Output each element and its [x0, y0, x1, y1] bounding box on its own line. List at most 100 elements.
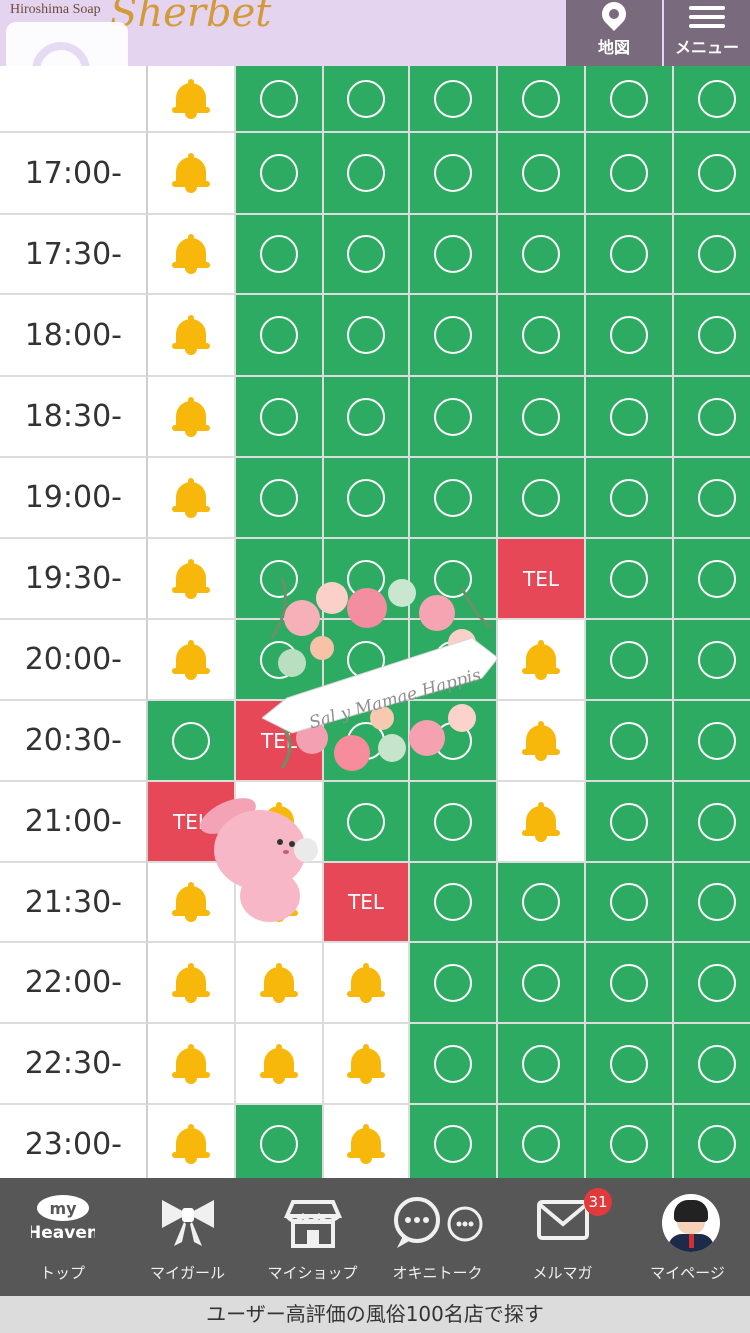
available-slot[interactable]	[674, 215, 750, 295]
time-slot-label: 20:00-	[0, 620, 148, 701]
notify-slot[interactable]	[148, 458, 236, 539]
available-slot[interactable]	[410, 215, 498, 295]
available-slot[interactable]	[410, 295, 498, 377]
available-slot[interactable]	[674, 701, 750, 782]
shop-logo-icon[interactable]	[6, 22, 128, 100]
available-slot[interactable]	[586, 620, 674, 701]
available-slot[interactable]	[674, 539, 750, 620]
notify-slot[interactable]	[148, 66, 236, 133]
notify-slot[interactable]	[148, 377, 236, 458]
available-slot[interactable]	[236, 295, 324, 377]
available-slot[interactable]	[674, 620, 750, 701]
available-slot[interactable]	[586, 458, 674, 539]
available-slot[interactable]	[410, 133, 498, 215]
brand-subtitle: Hiroshima Soap	[10, 2, 101, 17]
available-slot[interactable]	[586, 701, 674, 782]
available-slot[interactable]	[410, 377, 498, 458]
available-slot[interactable]	[498, 377, 586, 458]
nav-item-my-shop[interactable]: マイショップ	[250, 1178, 375, 1296]
notify-slot[interactable]	[148, 539, 236, 620]
available-slot[interactable]	[498, 215, 586, 295]
menu-button[interactable]: メニュー	[664, 0, 750, 66]
notify-slot[interactable]	[324, 1105, 410, 1178]
available-slot[interactable]	[586, 943, 674, 1024]
search-top-shops-banner[interactable]: ユーザー高評価の風俗100名店で探す	[0, 1296, 750, 1333]
available-slot[interactable]	[586, 66, 674, 133]
available-slot[interactable]	[410, 863, 498, 943]
available-slot[interactable]	[498, 943, 586, 1024]
notify-slot[interactable]	[148, 620, 236, 701]
available-slot[interactable]	[324, 458, 410, 539]
notify-slot[interactable]	[148, 295, 236, 377]
circle-icon	[347, 478, 385, 517]
available-slot[interactable]	[236, 1105, 324, 1178]
available-slot[interactable]	[324, 66, 410, 133]
tel-slot[interactable]: TEL	[498, 539, 586, 620]
nav-item-okini-talk[interactable]: オキニトーク	[375, 1178, 500, 1296]
notify-slot[interactable]	[148, 133, 236, 215]
available-slot[interactable]	[586, 1105, 674, 1178]
notify-slot[interactable]	[148, 1024, 236, 1105]
notify-slot[interactable]	[324, 943, 410, 1024]
flower-wreath-sticker: Sal y Mamae Happis	[262, 577, 498, 771]
available-slot[interactable]	[586, 295, 674, 377]
nav-item-top[interactable]: my Heaven トップ	[0, 1178, 125, 1296]
available-slot[interactable]	[586, 539, 674, 620]
available-slot[interactable]	[674, 782, 750, 863]
brand-logo[interactable]: Sherbet	[110, 0, 271, 36]
available-slot[interactable]	[674, 458, 750, 539]
available-slot[interactable]	[236, 215, 324, 295]
available-slot[interactable]	[324, 133, 410, 215]
notify-slot[interactable]	[148, 943, 236, 1024]
available-slot[interactable]	[586, 1024, 674, 1105]
available-slot[interactable]	[674, 1105, 750, 1178]
notify-slot[interactable]	[498, 620, 586, 701]
available-slot[interactable]	[586, 782, 674, 863]
available-slot[interactable]	[674, 377, 750, 458]
available-slot[interactable]	[586, 863, 674, 943]
available-slot[interactable]	[236, 377, 324, 458]
available-slot[interactable]	[498, 863, 586, 943]
available-slot[interactable]	[674, 66, 750, 133]
circle-icon	[434, 79, 472, 118]
available-slot[interactable]	[674, 1024, 750, 1105]
available-slot[interactable]	[498, 133, 586, 215]
available-slot[interactable]	[674, 295, 750, 377]
notify-slot[interactable]	[324, 1024, 410, 1105]
available-slot[interactable]	[498, 1105, 586, 1178]
notify-slot[interactable]	[498, 782, 586, 863]
schedule-row: 23:00-	[0, 1105, 750, 1178]
available-slot[interactable]	[586, 133, 674, 215]
available-slot[interactable]	[674, 943, 750, 1024]
available-slot[interactable]	[410, 1024, 498, 1105]
available-slot[interactable]	[410, 1105, 498, 1178]
notify-slot[interactable]	[498, 701, 586, 782]
available-slot[interactable]	[236, 458, 324, 539]
available-slot[interactable]	[410, 458, 498, 539]
notify-slot[interactable]	[236, 943, 324, 1024]
available-slot[interactable]	[324, 215, 410, 295]
map-button[interactable]: 地図	[566, 0, 662, 66]
available-slot[interactable]	[236, 133, 324, 215]
nav-item-my-girl[interactable]: マイガール	[125, 1178, 250, 1296]
available-slot[interactable]	[498, 458, 586, 539]
available-slot[interactable]	[324, 377, 410, 458]
available-slot[interactable]	[324, 295, 410, 377]
available-slot[interactable]	[236, 66, 324, 133]
notify-slot[interactable]	[148, 1105, 236, 1178]
notify-slot[interactable]	[236, 1024, 324, 1105]
available-slot[interactable]	[498, 1024, 586, 1105]
available-slot[interactable]	[410, 66, 498, 133]
available-slot[interactable]	[586, 215, 674, 295]
available-slot[interactable]	[410, 943, 498, 1024]
available-slot[interactable]	[674, 133, 750, 215]
notify-slot[interactable]	[148, 215, 236, 295]
available-slot[interactable]	[148, 701, 236, 782]
bell-icon	[347, 1124, 385, 1164]
available-slot[interactable]	[410, 782, 498, 863]
avatar-icon[interactable]	[662, 1194, 720, 1252]
available-slot[interactable]	[674, 863, 750, 943]
available-slot[interactable]	[498, 66, 586, 133]
available-slot[interactable]	[498, 295, 586, 377]
available-slot[interactable]	[586, 377, 674, 458]
